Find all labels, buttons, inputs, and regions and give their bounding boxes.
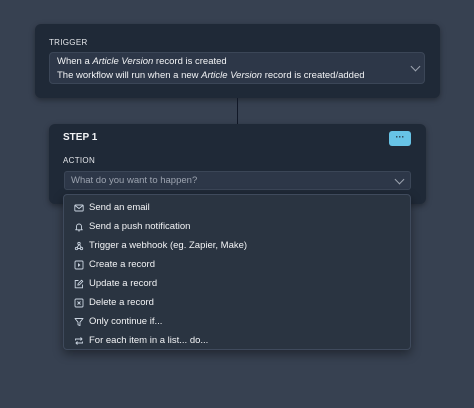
action-label: ACTION: [63, 156, 96, 165]
menu-item-push-notification[interactable]: Send a push notification: [64, 217, 410, 236]
action-select[interactable]: What do you want to happen?: [64, 171, 411, 190]
menu-item-send-email[interactable]: Send an email: [64, 198, 410, 217]
menu-item-delete-record[interactable]: Delete a record: [64, 293, 410, 312]
trigger-summary-prefix: When a: [57, 56, 93, 67]
menu-item-label: Trigger a webhook (eg. Zapier, Make): [89, 240, 248, 251]
trigger-description-prefix: The workflow will run when a new: [57, 70, 202, 81]
delete-record-icon: [74, 298, 84, 308]
menu-item-label: Update a record: [89, 278, 158, 289]
chevron-down-icon[interactable]: [394, 174, 405, 185]
menu-item-label: Send an email: [89, 202, 150, 213]
trigger-summary-suffix: record is created: [153, 56, 227, 67]
trigger-select[interactable]: When a Article Version record is created…: [49, 52, 425, 84]
chevron-down-icon[interactable]: [410, 61, 421, 72]
trigger-entity: Article Version: [92, 56, 154, 67]
trigger-summary: When a Article Version record is created: [57, 56, 227, 67]
action-dropdown-menu: Send an email Send a push notification T…: [63, 194, 411, 350]
trigger-label: TRIGGER: [49, 38, 88, 47]
menu-item-label: Only continue if...: [89, 316, 163, 327]
create-record-icon: [74, 260, 84, 270]
menu-item-update-record[interactable]: Update a record: [64, 274, 410, 293]
trigger-description: The workflow will run when a new Article…: [57, 70, 365, 81]
menu-item-label: Delete a record: [89, 297, 154, 308]
menu-item-only-continue-if[interactable]: Only continue if...: [64, 312, 410, 331]
menu-item-label: For each item in a list... do...: [89, 335, 209, 346]
action-placeholder: What do you want to happen?: [71, 175, 198, 186]
trigger-description-entity: Article Version: [201, 70, 263, 81]
webhook-icon: [74, 241, 84, 251]
menu-item-create-record[interactable]: Create a record: [64, 255, 410, 274]
mail-icon: [74, 203, 84, 213]
step-title: STEP 1: [63, 132, 98, 143]
step-card: STEP 1 ··· ACTION What do you want to ha…: [49, 124, 426, 204]
menu-item-label: Send a push notification: [89, 221, 191, 232]
trigger-description-suffix: record is created/added: [262, 70, 365, 81]
menu-item-webhook[interactable]: Trigger a webhook (eg. Zapier, Make): [64, 236, 410, 255]
menu-item-for-each[interactable]: For each item in a list... do...: [64, 331, 410, 350]
filter-icon: [74, 317, 84, 327]
connector-line: [237, 98, 238, 124]
menu-item-label: Create a record: [89, 259, 156, 270]
edit-icon: [74, 279, 84, 289]
more-options-button[interactable]: ···: [389, 131, 411, 146]
repeat-icon: [74, 336, 84, 346]
trigger-card: TRIGGER When a Article Version record is…: [35, 24, 440, 98]
bell-icon: [74, 222, 84, 232]
